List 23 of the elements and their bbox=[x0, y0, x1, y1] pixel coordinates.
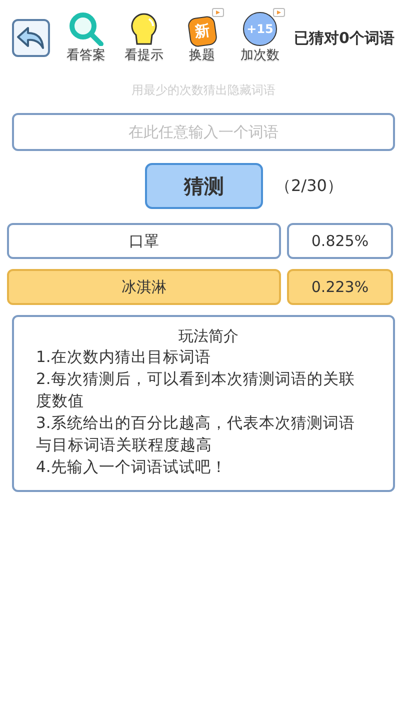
back-arrow-icon bbox=[16, 25, 46, 51]
toolbar-button[interactable]: 看答案 bbox=[60, 12, 112, 64]
rule-text: 2.每次猜测后，可以看到本次猜测词语的关联度数值 bbox=[36, 369, 356, 412]
attempt-count: （2/30） bbox=[275, 176, 343, 196]
toolbar-button[interactable]: 看提示 bbox=[118, 12, 170, 64]
solved-count: 已猜对0个词语 bbox=[294, 28, 394, 48]
new-badge: 新 bbox=[186, 15, 218, 48]
relevance-score: 0.223% bbox=[287, 269, 393, 305]
toolbar-button[interactable]: +15 加次数 bbox=[234, 12, 286, 64]
rules-title: 玩法简介 bbox=[178, 327, 240, 346]
toolbar-button[interactable]: 新 换题 bbox=[176, 12, 228, 64]
back-button[interactable] bbox=[12, 19, 50, 57]
magnifier-icon bbox=[68, 12, 104, 46]
bonus-badge: +15 bbox=[243, 12, 277, 46]
rule-text: 1.在次数内猜出目标词语 bbox=[36, 347, 212, 368]
guess-button[interactable]: 猜测 bbox=[145, 163, 263, 209]
light-bulb-icon bbox=[129, 12, 159, 46]
guess-word: 冰淇淋 bbox=[7, 269, 281, 305]
guess-word: 口罩 bbox=[7, 223, 281, 259]
rule-text: 3.系统给出的百分比越高，代表本次猜测词语与目标词语关联程度越高 bbox=[36, 413, 356, 456]
rule-text: 4.先输入一个词语试试吧！ bbox=[36, 457, 228, 478]
word-input-field[interactable]: 在此任意输入一个词语 bbox=[12, 113, 395, 151]
relevance-score: 0.825% bbox=[287, 223, 393, 259]
